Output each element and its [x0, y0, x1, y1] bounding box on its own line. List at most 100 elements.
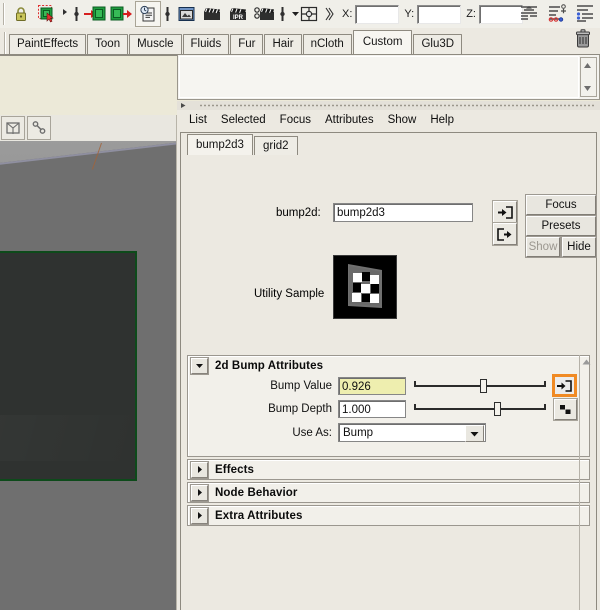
checker-map-icon[interactable] [554, 399, 577, 420]
shelf-tab-muscle[interactable]: Muscle [129, 34, 182, 54]
shelf-tab-fluids[interactable]: Fluids [182, 34, 230, 54]
section-title: Node Behavior [215, 486, 298, 499]
attribute-editor-body: bump2d3 grid2 bump2d: bump2d3 Focus Pres… [180, 132, 597, 610]
toolbar-handle-icon [72, 3, 81, 25]
go-to-output-icon[interactable] [493, 223, 517, 245]
toolbar-handle-icon [163, 3, 172, 25]
menu-attributes[interactable]: Attributes [318, 113, 381, 127]
slider-handle[interactable] [494, 402, 502, 416]
viewport-camera-icon[interactable] [1, 116, 25, 140]
use-as-select[interactable]: Bump [338, 423, 486, 442]
map-input-icon[interactable] [552, 374, 577, 397]
section-header-2d-bump-attributes[interactable]: 2d Bump Attributes [188, 356, 589, 375]
y-field[interactable] [417, 4, 462, 24]
shelf-tab-custom[interactable]: Custom [352, 30, 413, 54]
scroll-down-arrow-icon[interactable] [581, 82, 594, 95]
viewport-panel[interactable] [0, 115, 177, 610]
shelf-tab-toon[interactable]: Toon [87, 34, 129, 54]
viewport-bone-icon[interactable] [27, 116, 51, 140]
node-name-input[interactable]: bump2d3 [333, 203, 473, 222]
slider-cap-right [544, 381, 546, 386]
slider-handle[interactable] [479, 379, 487, 393]
chevron-right-icon[interactable] [191, 461, 208, 478]
toolbar-handle-icon [278, 3, 287, 25]
panel-splitter-handle[interactable] [177, 101, 600, 110]
toolbar-handle-icon [61, 3, 70, 25]
section-header-node-behavior[interactable]: Node Behavior [188, 483, 589, 502]
section-title: Extra Attributes [215, 509, 303, 522]
toolbar-separator [3, 3, 5, 25]
shelf-tab-fur[interactable]: Fur [230, 34, 264, 54]
viewport-canvas[interactable] [0, 141, 176, 610]
node-type-label: bump2d: [276, 207, 321, 219]
slider-cap-left [414, 381, 416, 386]
x-label: X: [342, 8, 353, 20]
z-label: Z: [466, 8, 476, 20]
output-connection-icon[interactable] [109, 2, 133, 26]
section-header-extra-attributes[interactable]: Extra Attributes [188, 506, 589, 525]
hide-button[interactable]: Hide [562, 237, 596, 257]
bump-value-slider[interactable] [414, 379, 546, 393]
menu-selected[interactable]: Selected [214, 113, 273, 127]
select-object-icon[interactable] [35, 2, 59, 26]
attribute-editor-icon[interactable] [518, 2, 540, 27]
shelf-tab-glu3d[interactable]: Glu3D [413, 34, 463, 54]
presets-button[interactable]: Presets [526, 216, 596, 236]
shelf-overflow-scrollbar[interactable] [580, 57, 597, 97]
render-view-icon[interactable] [174, 2, 198, 26]
coordinate-fields: X: Y: Z: [337, 4, 523, 24]
node-tab-bump2d3[interactable]: bump2d3 [187, 134, 253, 155]
checker-bump-swatch[interactable] [333, 255, 397, 319]
shelf-tab-hair[interactable]: Hair [264, 34, 302, 54]
attribute-editor: List Selected Focus Attributes Show Help… [177, 110, 600, 610]
focus-button[interactable]: Focus [526, 195, 596, 215]
shelf-handle [4, 32, 6, 54]
channel-box-icon[interactable] [574, 2, 596, 27]
x-field[interactable] [355, 4, 400, 24]
go-to-input-icon[interactable] [493, 201, 517, 223]
menu-show[interactable]: Show [381, 113, 424, 127]
chevron-down-icon[interactable] [465, 425, 484, 442]
pivot-snap-icon[interactable] [289, 2, 323, 26]
shelf-tab-ncloth[interactable]: nCloth [302, 34, 352, 54]
scroll-up-arrow-icon[interactable] [581, 357, 592, 369]
section-extra-attributes[interactable]: Extra Attributes [187, 505, 590, 526]
z-field[interactable] [478, 4, 523, 24]
history-list-icon[interactable] [135, 1, 161, 27]
section-effects[interactable]: Effects [187, 459, 590, 480]
bump-depth-label: Bump Depth [268, 403, 332, 415]
shelf-tab-bar: PaintEffects Toon Muscle Fluids Fur Hair… [0, 28, 600, 56]
shelf-tab-painteffects[interactable]: PaintEffects [9, 34, 87, 54]
node-tab-grid2[interactable]: grid2 [253, 136, 298, 155]
scroll-up-arrow-icon[interactable] [581, 59, 594, 72]
trash-icon[interactable] [574, 29, 592, 52]
attribute-editor-scrollbar[interactable] [579, 355, 595, 610]
render-globals-icon[interactable] [252, 2, 276, 26]
render-clapper-icon[interactable] [200, 2, 224, 26]
menu-focus[interactable]: Focus [273, 113, 318, 127]
chevron-right-icon[interactable] [191, 484, 208, 501]
menu-help[interactable]: Help [423, 113, 461, 127]
viewport-selected-object[interactable] [0, 251, 137, 481]
menu-list[interactable]: List [182, 113, 214, 127]
lock-icon[interactable] [9, 2, 33, 26]
bump-value-input[interactable]: 0.926 [338, 377, 406, 395]
show-button: Show [526, 237, 560, 257]
input-connection-icon[interactable] [83, 2, 107, 26]
section-header-effects[interactable]: Effects [188, 460, 589, 479]
bump-depth-input[interactable]: 1.000 [338, 400, 406, 418]
status-line-toolbar: IPR X: Y: Z: [0, 0, 600, 29]
section-node-behavior[interactable]: Node Behavior [187, 482, 590, 503]
bump-depth-slider[interactable] [414, 402, 546, 416]
attribute-editor-content: bump2d: bump2d3 Focus Presets Show Hide … [181, 155, 596, 610]
chevron-right-icon[interactable] [191, 507, 208, 524]
slider-line [414, 408, 546, 410]
section-title: 2d Bump Attributes [215, 359, 324, 372]
use-as-label: Use As: [292, 427, 332, 439]
attribute-editor-menubar: List Selected Focus Attributes Show Help [177, 110, 600, 130]
chevron-down-icon[interactable] [191, 357, 208, 374]
editor-toggle-group [518, 2, 596, 27]
ipr-render-icon[interactable]: IPR [226, 2, 250, 26]
tool-settings-icon[interactable] [546, 2, 568, 27]
section-title: Effects [215, 463, 255, 476]
